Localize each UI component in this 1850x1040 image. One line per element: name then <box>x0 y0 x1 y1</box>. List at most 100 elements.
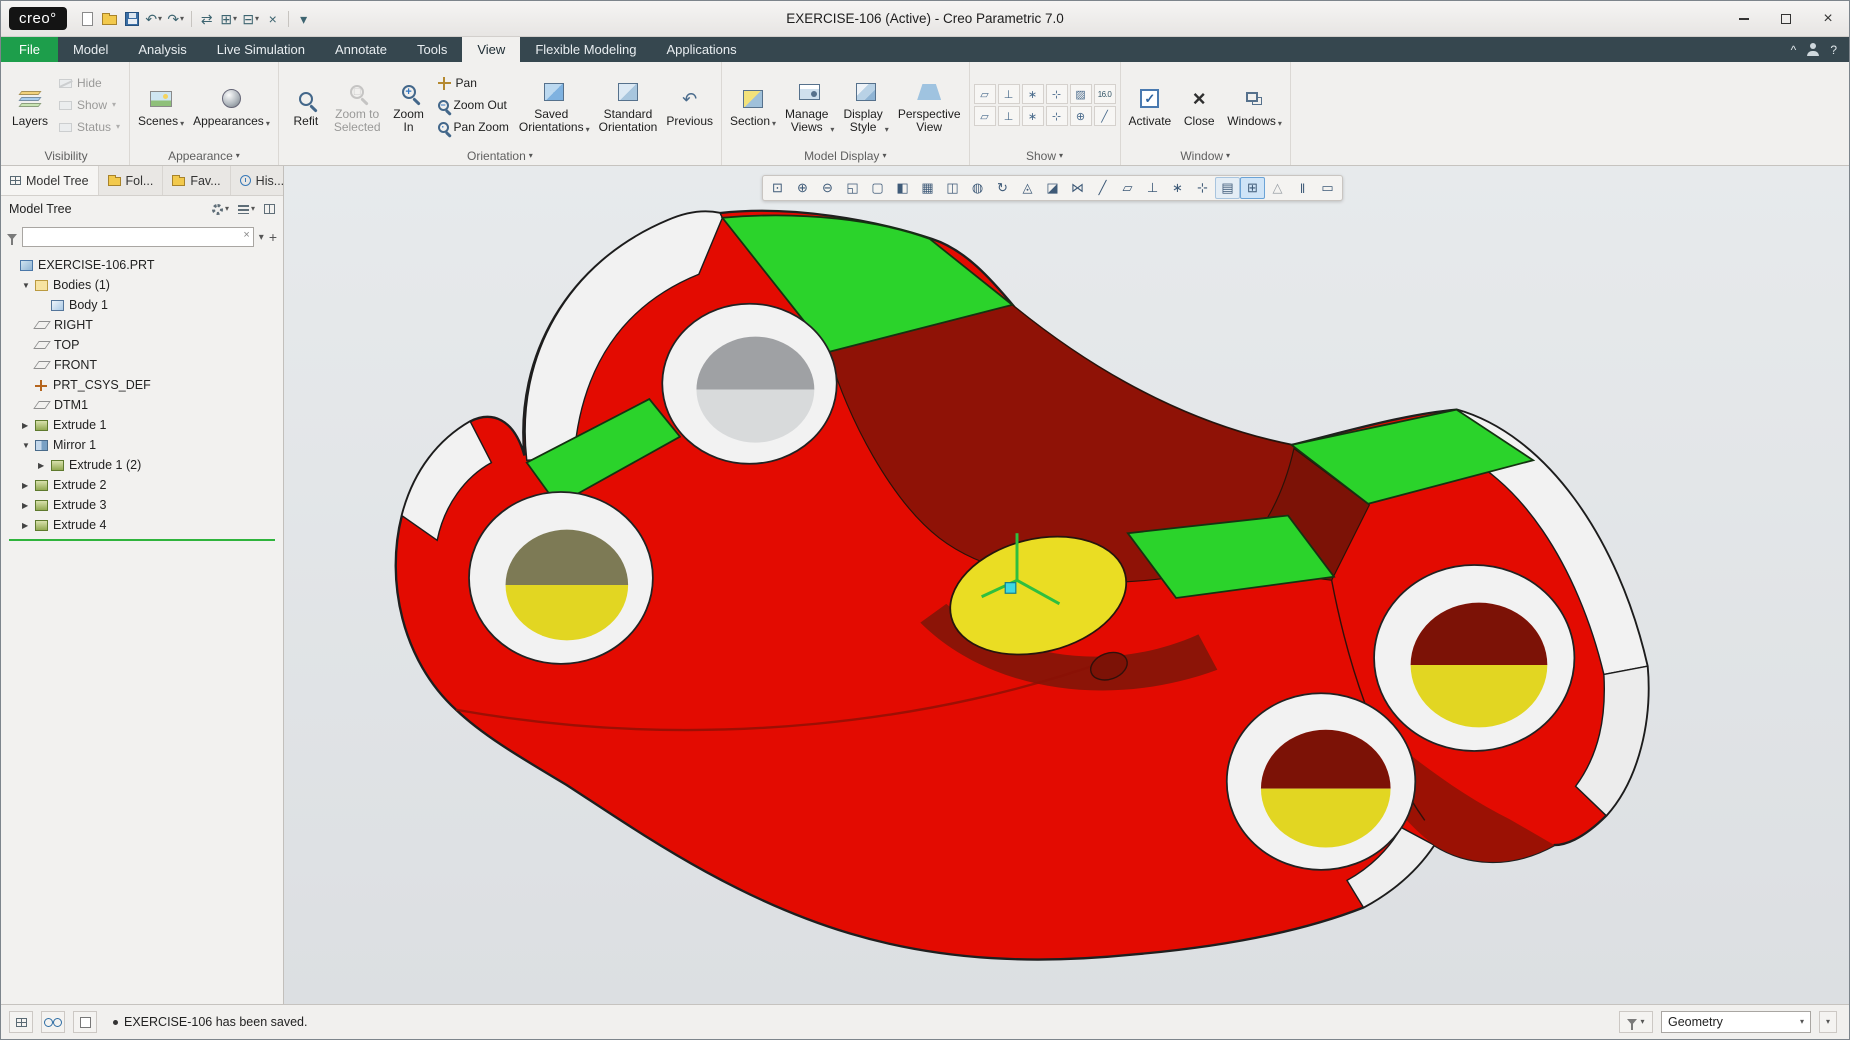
new-file-button[interactable] <box>77 7 99 31</box>
tree-item-extrude-1[interactable]: ▶ Extrude 1 <box>1 415 283 435</box>
repaint-button[interactable]: ▢ <box>865 177 890 199</box>
tree-item-extrude-1-2[interactable]: ▶ Extrude 1 (2) <box>1 455 283 475</box>
perspective-button[interactable]: ◬ <box>1015 177 1040 199</box>
expander-icon[interactable]: ▶ <box>22 521 35 530</box>
point-display-toggle[interactable]: ∗ <box>1021 84 1044 104</box>
datum-point-toggle[interactable]: ∗ <box>1165 177 1190 199</box>
pan-zoom-button[interactable]: Pan Zoom <box>435 117 512 137</box>
tree-item-dtm1[interactable]: DTM1 <box>1 395 283 415</box>
add-filter-button[interactable]: + <box>269 230 277 244</box>
stop-button[interactable]: ▭ <box>1315 177 1340 199</box>
display-style-button[interactable]: Display Style ▾ <box>839 74 892 136</box>
close-button[interactable]: × <box>1807 4 1849 34</box>
customize-toolbar-button[interactable]: ▾ <box>293 7 315 31</box>
datum-axis-toggle[interactable]: ⊥ <box>1140 177 1165 199</box>
tab-history[interactable]: His... <box>231 166 283 195</box>
redo-button[interactable]: ↷ ▾ <box>165 7 187 31</box>
zoom-out-button[interactable]: ⊖ <box>815 177 840 199</box>
datum-plane-toggle[interactable]: ▱ <box>1115 177 1140 199</box>
close-window-big-button[interactable]: × Close <box>1176 81 1222 130</box>
tab-live-simulation[interactable]: Live Simulation <box>202 37 320 62</box>
zoom-in-button[interactable]: Zoom In <box>386 74 432 136</box>
expander-icon[interactable]: ▶ <box>38 461 51 470</box>
csys-tag-toggle[interactable]: ⊹ <box>1045 106 1068 126</box>
windows-list-button[interactable]: ⊟ ▾ <box>240 7 262 31</box>
windows-button[interactable]: Windows ▾ <box>1223 81 1286 130</box>
scenes-button[interactable]: Scenes ▾ <box>134 81 188 130</box>
maximize-button[interactable] <box>1765 4 1807 34</box>
expander-icon[interactable]: ▶ <box>22 501 35 510</box>
annotation-display-toggle[interactable]: ▨ <box>1069 84 1092 104</box>
refit-button[interactable]: Refit <box>283 81 329 130</box>
render-style-button[interactable]: ◍ <box>965 177 990 199</box>
tab-favorites[interactable]: Fav... <box>163 166 231 195</box>
csys-display-toggle[interactable]: ⊹ <box>1045 84 1068 104</box>
manage-views-button[interactable]: Manage Views ▾ <box>781 74 838 136</box>
sketcher-display-button[interactable]: ╱ <box>1093 106 1116 126</box>
model-tree-toggle-button[interactable] <box>9 1011 33 1033</box>
annotation-toggle[interactable]: ▤ <box>1215 177 1240 199</box>
tree-filter-input[interactable] <box>22 227 254 247</box>
point-tag-toggle[interactable]: ∗ <box>1021 106 1044 126</box>
appearances-button[interactable]: Appearances ▾ <box>189 81 274 130</box>
tree-columns-button[interactable]: ▾ <box>237 204 255 214</box>
3d-dragger-button[interactable]: ⊞ <box>1240 177 1265 199</box>
select-box-button[interactable] <box>73 1011 97 1033</box>
expander-icon[interactable]: ▼ <box>22 441 35 450</box>
plane-display-toggle[interactable]: ▱ <box>973 84 996 104</box>
insertion-indicator[interactable] <box>9 539 275 541</box>
tab-applications[interactable]: Applications <box>651 37 751 62</box>
zoom-out-button[interactable]: Zoom Out <box>435 95 512 115</box>
perspective-view-button[interactable]: Perspective View <box>894 74 965 136</box>
tree-item-top[interactable]: TOP <box>1 335 283 355</box>
display-glasses-button[interactable] <box>41 1011 65 1033</box>
new-window-button[interactable]: ⊞ ▾ <box>218 7 240 31</box>
explode-button[interactable]: ⋈ <box>1065 177 1090 199</box>
expander-icon[interactable]: ▶ <box>22 481 35 490</box>
named-views-button[interactable]: ▦ <box>915 177 940 199</box>
section-button[interactable]: Section ▾ <box>726 81 780 130</box>
datum-csys-toggle[interactable]: ⊹ <box>1190 177 1215 199</box>
model-canvas[interactable] <box>284 166 1849 1004</box>
pause-button[interactable]: ‖ <box>1290 177 1315 199</box>
layers-button[interactable]: Layers <box>7 81 53 130</box>
sketch-display-button[interactable]: ╱ <box>1090 177 1115 199</box>
plane-tag-toggle[interactable]: ▱ <box>973 106 996 126</box>
axis-tag-toggle[interactable]: ⊥ <box>997 106 1020 126</box>
tree-item-right[interactable]: RIGHT <box>1 315 283 335</box>
help-button[interactable]: ? <box>1830 43 1837 57</box>
tree-item-extrude-4[interactable]: ▶ Extrude 4 <box>1 515 283 535</box>
tab-model[interactable]: Model <box>58 37 123 62</box>
saved-orientations-button[interactable]: Saved Orientations ▾ <box>515 74 594 136</box>
close-window-button[interactable]: × <box>262 7 284 31</box>
tab-flexible-modeling[interactable]: Flexible Modeling <box>520 37 651 62</box>
search-filter-button[interactable]: ▾ <box>1619 1011 1653 1033</box>
open-button[interactable] <box>99 7 121 31</box>
zoom-in-button[interactable]: ⊕ <box>790 177 815 199</box>
tab-annotate[interactable]: Annotate <box>320 37 402 62</box>
regenerate-button[interactable]: ⇄ <box>196 7 218 31</box>
undo-button[interactable]: ↶ ▾ <box>143 7 165 31</box>
shaded-view-button[interactable]: ◧ <box>890 177 915 199</box>
capture-button[interactable]: ◫ <box>940 177 965 199</box>
tree-item-exercise-106[interactable]: EXERCISE-106.PRT <box>1 255 283 275</box>
tree-item-body-1[interactable]: Body 1 <box>1 295 283 315</box>
dim-display-toggle[interactable]: 16.0 <box>1093 84 1116 104</box>
tree-item-mirror-1[interactable]: ▼ Mirror 1 <box>1 435 283 455</box>
tab-file[interactable]: File <box>1 37 58 62</box>
filter-dropdown-button[interactable]: ▾ <box>259 232 264 243</box>
tree-item-prt-csys-def[interactable]: PRT_CSYS_DEF <box>1 375 283 395</box>
csys-origin-point[interactable] <box>1004 582 1017 594</box>
activate-button[interactable]: ✓ Activate <box>1125 81 1176 130</box>
axis-display-toggle[interactable]: ⊥ <box>997 84 1020 104</box>
tree-filters-button[interactable]: ▾ <box>211 203 229 215</box>
tab-model-tree[interactable]: Model Tree <box>1 166 99 195</box>
spin-center-button[interactable]: ↻ <box>990 177 1015 199</box>
clear-filter-icon[interactable]: × <box>243 230 249 241</box>
tab-folder-browser[interactable]: Fol... <box>99 166 164 195</box>
expander-icon[interactable]: ▶ <box>22 421 35 430</box>
tree-item-front[interactable]: FRONT <box>1 355 283 375</box>
refit-button[interactable]: ◱ <box>840 177 865 199</box>
standard-orientation-button[interactable]: Standard Orientation <box>595 74 662 136</box>
minimize-button[interactable] <box>1723 4 1765 34</box>
